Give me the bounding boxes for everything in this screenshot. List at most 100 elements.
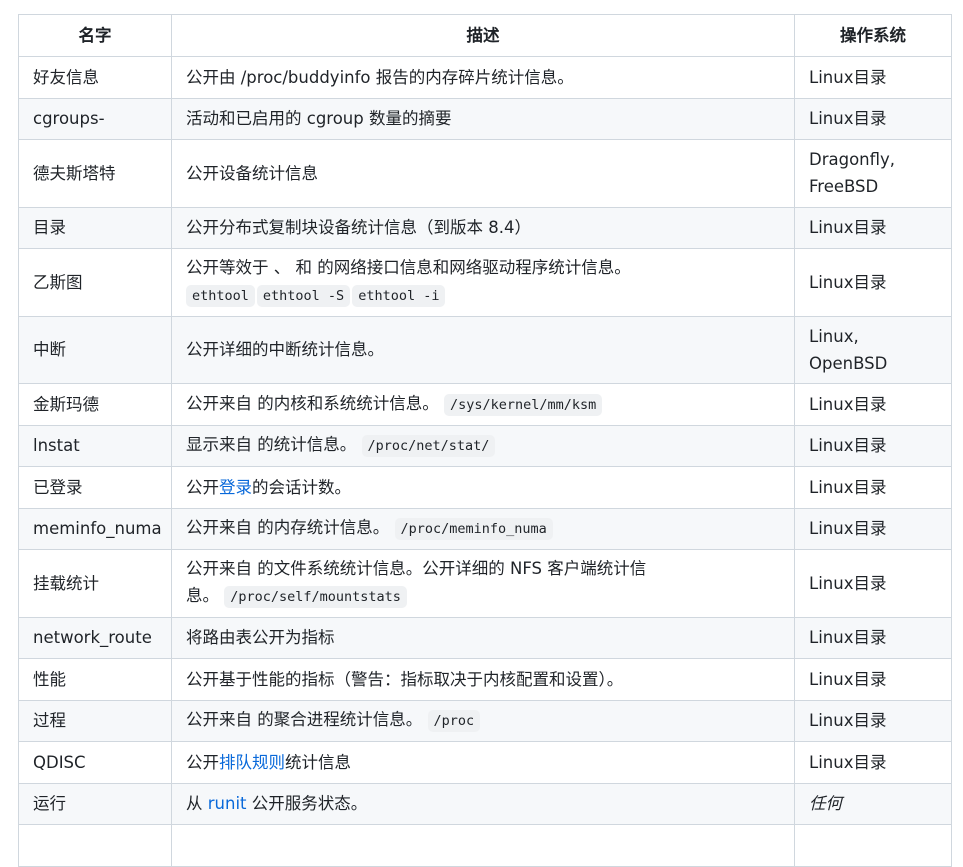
row-description: 公开分布式复制块设备统计信息（到版本 8.4） (171, 206, 795, 249)
header-name: 名字 (18, 14, 172, 57)
row-description: 公开来自 的聚合进程统计信息。 /proc (171, 699, 795, 742)
table-row: 挂载统计 公开来自 的文件系统统计信息。公开详细的 NFS 客户端统计信 息。 … (18, 549, 952, 618)
row-os: Linux目录 (794, 741, 952, 784)
row-os: Linux目录 (794, 616, 952, 659)
row-os (794, 824, 952, 867)
row-os: Linux目录 (794, 248, 952, 317)
row-name: 挂载统计 (18, 549, 172, 618)
description-text: 公开服务状态。 (246, 794, 368, 814)
row-name: lnstat (18, 424, 172, 467)
row-os: Linux目录 (794, 466, 952, 509)
row-name: meminfo_numa (18, 507, 172, 550)
row-description: 从 runit 公开服务状态。 (171, 782, 795, 825)
header-description: 描述 (171, 14, 795, 57)
row-os: Linux目录 (794, 699, 952, 742)
row-name: 过程 (18, 699, 172, 742)
row-description: 公开登录的会话计数。 (171, 466, 795, 509)
os-line: OpenBSD (809, 353, 888, 373)
description-text: 公开来自 的内核和系统统计信息。 (186, 393, 439, 413)
row-description (171, 824, 795, 867)
table-row: 金斯玛德 公开来自 的内核和系统统计信息。 /sys/kernel/mm/ksm… (18, 383, 952, 426)
row-os: Linux目录 (794, 383, 952, 426)
row-name: 好友信息 (18, 56, 172, 99)
row-description: 公开设备统计信息 (171, 139, 795, 208)
header-os: 操作系统 (794, 14, 952, 57)
collectors-table: 名字 描述 操作系统 好友信息 公开由 /proc/buddyinfo 报告的内… (18, 14, 952, 867)
row-name: 乙斯图 (18, 248, 172, 317)
row-name: 金斯玛德 (18, 383, 172, 426)
table-row: 德夫斯塔特 公开设备统计信息 Dragonfly, FreeBSD (18, 139, 952, 208)
table-row: 性能 公开基于性能的指标（警告：指标取决于内核配置和设置）。 Linux目录 (18, 658, 952, 701)
row-os: Linux目录 (794, 658, 952, 701)
table-row: QDISC 公开排队规则统计信息 Linux目录 (18, 741, 952, 784)
qdisc-link[interactable]: 排队规则 (219, 753, 285, 772)
row-name: QDISC (18, 741, 172, 784)
runit-link[interactable]: runit (208, 794, 247, 813)
row-description: 公开排队规则统计信息 (171, 741, 795, 784)
inline-code: /proc/meminfo_numa (394, 518, 553, 541)
row-name: 中断 (18, 315, 172, 384)
row-os: 任何 (794, 782, 952, 825)
row-description: 公开来自 的内核和系统统计信息。 /sys/kernel/mm/ksm (171, 383, 795, 426)
description-text: 公开来自 的内存统计信息。 (186, 518, 390, 538)
row-os: Linux目录 (794, 424, 952, 467)
description-text: 公开 (186, 477, 219, 497)
description-text: 公开 (186, 752, 219, 772)
row-os: Linux目录 (794, 56, 952, 99)
inline-code: ethtool -S (256, 285, 351, 308)
description-text: 息。 (186, 586, 219, 606)
row-os: Dragonfly, FreeBSD (794, 139, 952, 208)
os-line: Dragonfly, (809, 150, 896, 170)
inline-code: /sys/kernel/mm/ksm (444, 393, 603, 416)
row-name: 目录 (18, 206, 172, 249)
row-name (18, 824, 172, 867)
table-row: 过程 公开来自 的聚合进程统计信息。 /proc Linux目录 (18, 699, 952, 742)
os-line: Linux, (809, 326, 859, 346)
row-description: 显示来自 的统计信息。 /proc/net/stat/ (171, 424, 795, 467)
description-text: 的会话计数。 (252, 477, 351, 497)
row-name: 运行 (18, 782, 172, 825)
description-text: 公开等效于 、 和 的网络接口信息和网络驱动程序统计信息。 (186, 258, 631, 278)
row-description: 公开详细的中断统计信息。 (171, 315, 795, 384)
row-os: Linux, OpenBSD (794, 315, 952, 384)
table-row: 中断 公开详细的中断统计信息。 Linux, OpenBSD (18, 315, 952, 384)
inline-code: /proc/net/stat/ (361, 435, 496, 458)
description-text: 显示来自 的统计信息。 (186, 435, 357, 455)
logind-link[interactable]: 登录 (219, 478, 252, 497)
row-os: Linux目录 (794, 97, 952, 140)
description-text: 公开来自 的聚合进程统计信息。 (186, 710, 423, 730)
row-description: 公开基于性能的指标（警告：指标取决于内核配置和设置）。 (171, 658, 795, 701)
row-name: 性能 (18, 658, 172, 701)
row-description: 公开来自 的内存统计信息。 /proc/meminfo_numa (171, 507, 795, 550)
inline-code: /proc/self/mountstats (224, 586, 407, 609)
inline-code: /proc (427, 710, 481, 733)
table-row: 乙斯图 公开等效于 、 和 的网络接口信息和网络驱动程序统计信息。 ethtoo… (18, 248, 952, 317)
description-text: 从 (186, 794, 208, 814)
os-line: FreeBSD (809, 177, 879, 197)
table-row: cgroups- 活动和已启用的 cgroup 数量的摘要 Linux目录 (18, 97, 952, 140)
table-row: 好友信息 公开由 /proc/buddyinfo 报告的内存碎片统计信息。 Li… (18, 56, 952, 99)
row-description: 公开由 /proc/buddyinfo 报告的内存碎片统计信息。 (171, 56, 795, 99)
table-row: meminfo_numa 公开来自 的内存统计信息。 /proc/meminfo… (18, 507, 952, 550)
code-line: ethtool ethtool -S ethtool -i (186, 281, 780, 310)
table-row: network_route 将路由表公开为指标 Linux目录 (18, 616, 952, 659)
inline-code: ethtool -i (352, 285, 446, 308)
row-name: 德夫斯塔特 (18, 139, 172, 208)
description-text: 公开来自 的文件系统统计信息。公开详细的 NFS 客户端统计信 (186, 559, 647, 579)
table-row (18, 824, 952, 867)
table-row: 目录 公开分布式复制块设备统计信息（到版本 8.4） Linux目录 (18, 206, 952, 249)
row-description: 公开等效于 、 和 的网络接口信息和网络驱动程序统计信息。 ethtool eth… (171, 248, 795, 317)
row-description: 活动和已启用的 cgroup 数量的摘要 (171, 97, 795, 140)
row-os: Linux目录 (794, 549, 952, 618)
table-row: lnstat 显示来自 的统计信息。 /proc/net/stat/ Linux… (18, 424, 952, 467)
row-os: Linux目录 (794, 206, 952, 249)
table-header-row: 名字 描述 操作系统 (18, 14, 952, 57)
description-text: 统计信息 (285, 752, 351, 772)
table-row: 已登录 公开登录的会话计数。 Linux目录 (18, 466, 952, 509)
row-os: Linux目录 (794, 507, 952, 550)
row-name: network_route (18, 616, 172, 659)
description-continuation: 息。 /proc/self/mountstats (186, 582, 780, 611)
row-name: cgroups- (18, 97, 172, 140)
row-name: 已登录 (18, 466, 172, 509)
table-row: 运行 从 runit 公开服务状态。 任何 (18, 782, 952, 825)
